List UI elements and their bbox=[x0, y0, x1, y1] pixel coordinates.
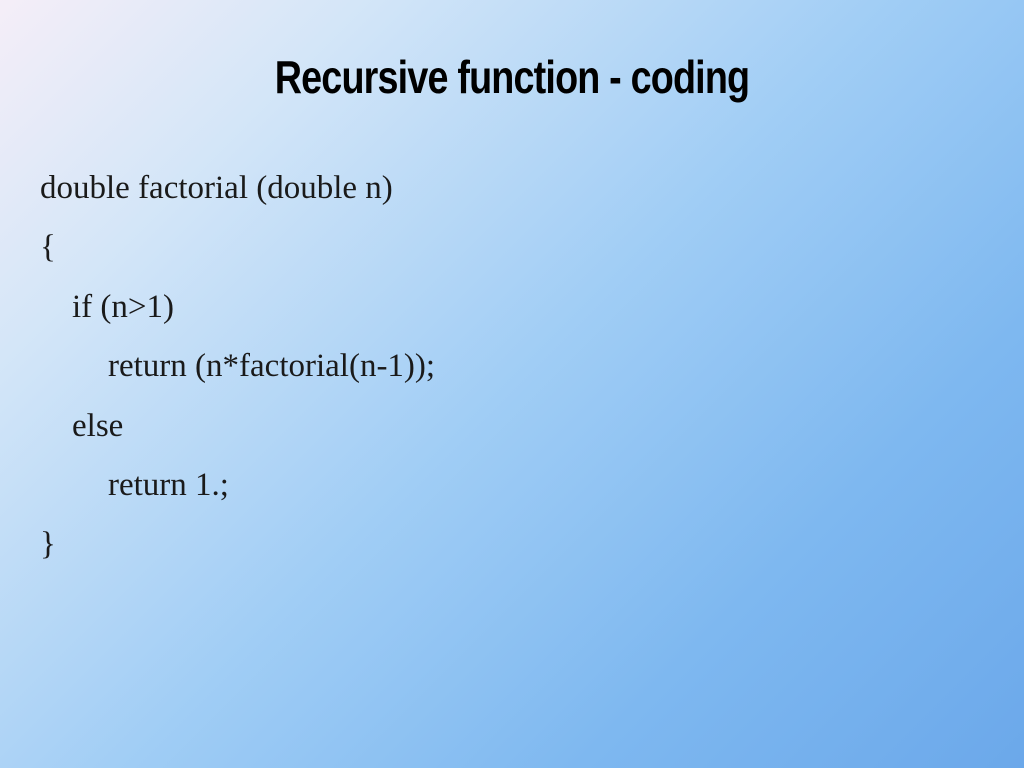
code-line-5: else bbox=[40, 397, 984, 456]
code-line-3: if (n>1) bbox=[40, 278, 984, 337]
presentation-slide: Recursive function - coding double facto… bbox=[0, 0, 1024, 768]
slide-title: Recursive function - coding bbox=[125, 50, 899, 104]
code-line-1: double factorial (double n) bbox=[40, 159, 984, 218]
code-line-2: { bbox=[40, 218, 984, 277]
code-line-7: } bbox=[40, 515, 984, 574]
code-line-4: return (n*factorial(n-1)); bbox=[40, 337, 984, 396]
code-block: double factorial (double n) { if (n>1) r… bbox=[40, 159, 984, 575]
code-line-6: return 1.; bbox=[40, 456, 984, 515]
